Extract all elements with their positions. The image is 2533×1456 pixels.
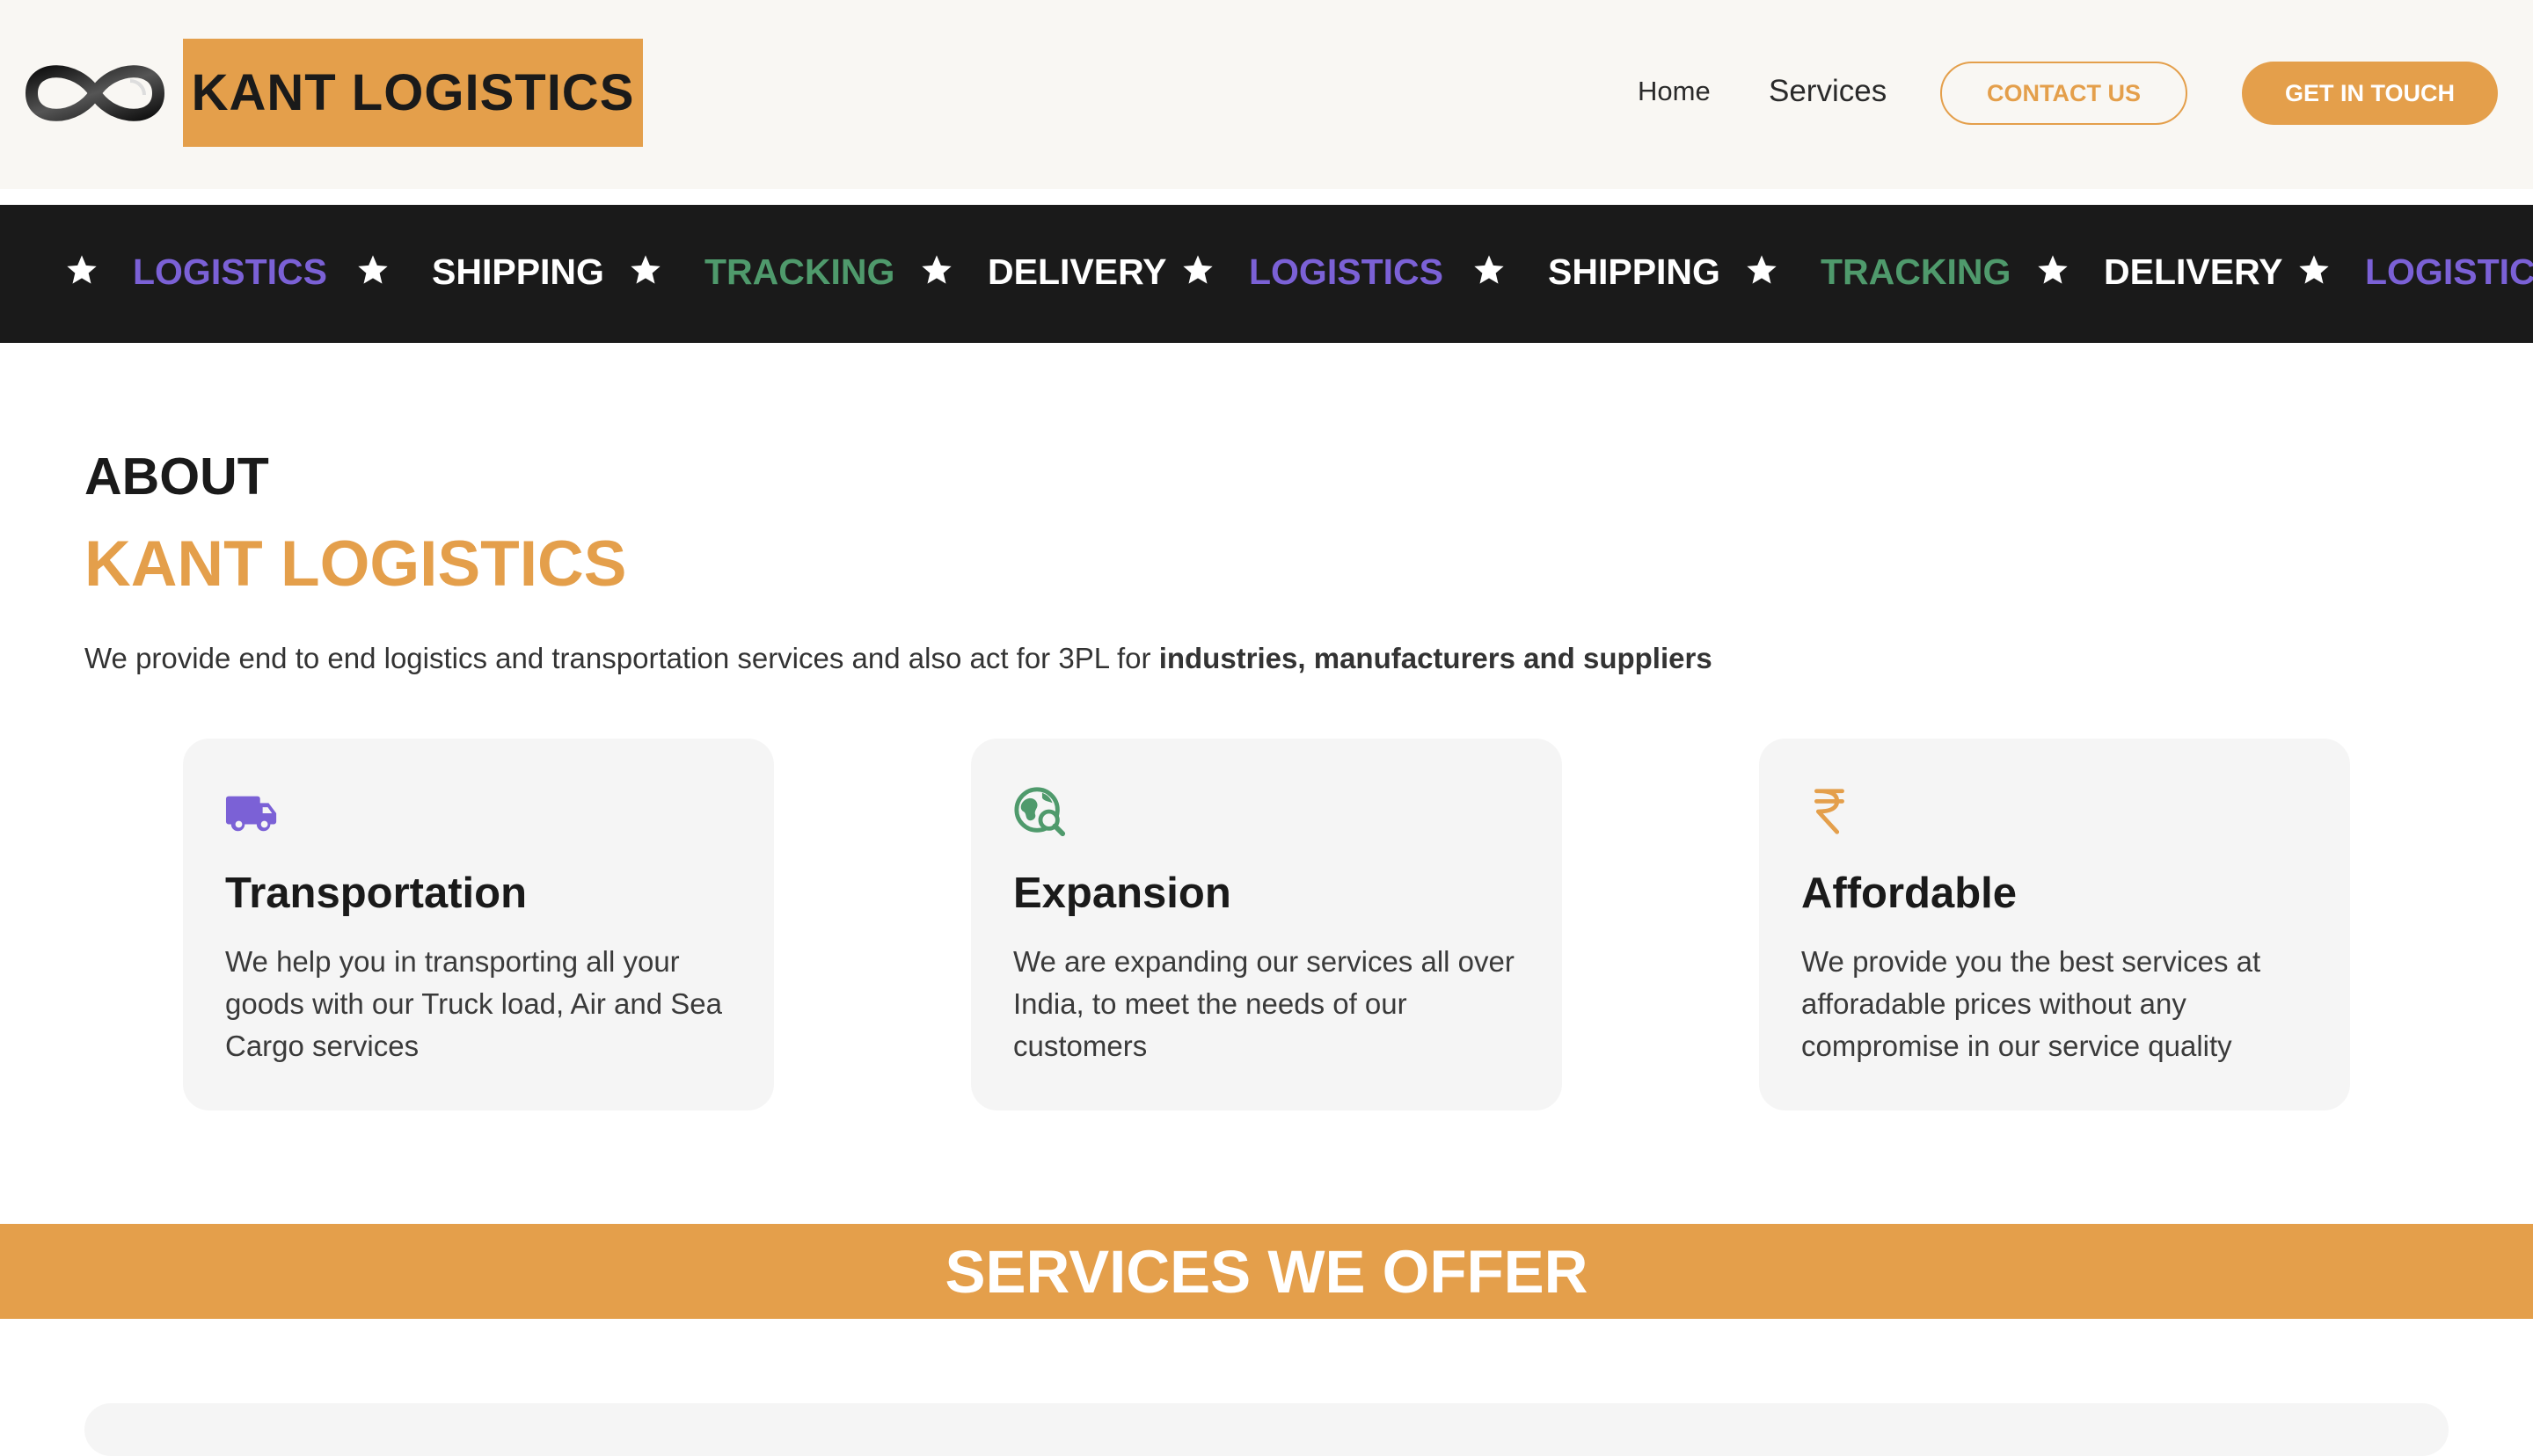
star-icon [1183, 255, 1213, 284]
about-description: We provide end to end logistics and tran… [84, 642, 1712, 675]
marquee-item-tracking: TRACKING [704, 251, 895, 292]
card-title: Affordable [1801, 870, 2017, 917]
star-icon [2038, 255, 2068, 284]
feature-card-transportation: Transportation We help you in transporti… [183, 739, 774, 1110]
about-heading: ABOUT [84, 448, 269, 506]
about-description-text: We provide end to end logistics and tran… [84, 642, 1159, 674]
logo-text: KANT LOGISTICS [191, 64, 635, 121]
nav-services-link[interactable]: Services [1769, 74, 1887, 109]
card-title: Transportation [225, 870, 528, 917]
marquee-item-delivery: DELIVERY [2104, 251, 2283, 292]
about-description-highlight: industries, manufacturers and suppliers [1158, 642, 1712, 674]
get-in-touch-button[interactable]: GET IN TOUCH [2242, 62, 2498, 125]
marquee-item-logistics: LOGISTICS [2365, 251, 2533, 292]
services-panel [84, 1403, 2449, 1456]
star-icon [1747, 255, 1777, 284]
star-icon [358, 255, 388, 284]
marquee-item-delivery: DELIVERY [988, 251, 1167, 292]
marquee-item-logistics: LOGISTICS [133, 251, 327, 292]
rupee-icon [1814, 789, 1844, 834]
services-heading: SERVICES WE OFFER [945, 1237, 1588, 1306]
feature-card-expansion: Expansion We are expanding our services … [971, 739, 1562, 1110]
star-icon [67, 255, 97, 284]
services-banner: SERVICES WE OFFER [0, 1224, 2533, 1319]
marquee-item-shipping: SHIPPING [432, 251, 604, 292]
card-text: We are expanding our services all over I… [1013, 945, 1515, 1062]
marquee-item-tracking: TRACKING [1821, 251, 2011, 292]
star-icon [631, 255, 661, 284]
feature-card-affordable: Affordable We provide you the best servi… [1759, 739, 2350, 1110]
star-icon [2299, 255, 2329, 284]
site-header: KANT LOGISTICS Home Services CONTACT US … [0, 0, 2533, 189]
infinity-icon[interactable] [23, 58, 167, 128]
marquee-item-shipping: SHIPPING [1548, 251, 1720, 292]
logo-box[interactable]: KANT LOGISTICS [183, 39, 643, 147]
card-title: Expansion [1013, 870, 1231, 917]
marquee-item-logistics: LOGISTICS [1249, 251, 1443, 292]
star-icon [922, 255, 952, 284]
nav-home-link[interactable]: Home [1638, 76, 1711, 107]
star-icon [1474, 255, 1504, 284]
card-text: We provide you the best services at affo… [1801, 945, 2261, 1062]
truck-icon [225, 796, 277, 832]
keyword-marquee: LOGISTICS SHIPPING TRACKING DELIVERY LOG… [0, 205, 2533, 343]
contact-us-button[interactable]: CONTACT US [1940, 62, 2187, 125]
card-text: We help you in transporting all your goo… [225, 945, 722, 1062]
about-company-name: KANT LOGISTICS [84, 528, 627, 600]
globe-search-icon [1014, 787, 1066, 837]
